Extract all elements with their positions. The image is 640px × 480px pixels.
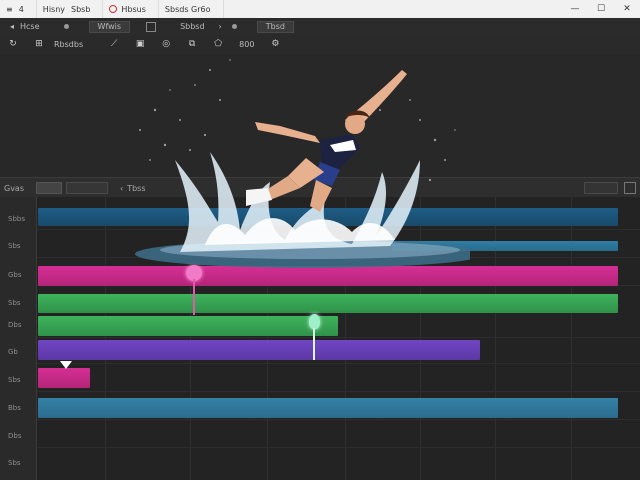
toggle-icon[interactable] [146, 21, 157, 32]
menubar-hcse[interactable]: ◂ Hcse [0, 22, 50, 31]
timeline-header-label: Gvas [4, 183, 25, 193]
timeline-clip-steel[interactable] [38, 398, 618, 418]
timeline-clip-purple[interactable] [38, 340, 480, 360]
timeline-clip-magenta[interactable] [38, 266, 618, 286]
grid-line [37, 337, 640, 338]
grid-icon[interactable]: ⊞ [30, 37, 48, 51]
grid-line [420, 197, 421, 480]
track-label[interactable]: Dbs [8, 321, 21, 329]
title-menu-group: Hisny Sbsb [37, 0, 104, 18]
grid-line [571, 197, 572, 480]
grid-line [37, 363, 640, 364]
menu-sbsb[interactable]: Sbsb [71, 5, 90, 14]
timeline-clip-blue[interactable] [38, 208, 618, 226]
record-dot-icon[interactable] [63, 24, 69, 29]
grid-line [190, 197, 191, 480]
grid-line [37, 447, 640, 448]
menu-hisny[interactable]: Hisny [43, 5, 65, 14]
menu-hbsus[interactable]: Hbsus [121, 5, 146, 14]
grid-line [267, 197, 268, 480]
settings-icon[interactable]: ⚙ [266, 37, 284, 51]
track-label[interactable]: Sbs [8, 376, 21, 384]
track-label[interactable]: Gb [8, 348, 18, 356]
marker-triangle-icon[interactable] [60, 361, 72, 369]
image-icon[interactable]: ⧉ [183, 37, 201, 51]
timeline-clip-green-short[interactable] [38, 316, 338, 336]
circle-tool-icon[interactable]: ◎ [157, 37, 175, 51]
title-left-group: ≡ 4 [0, 0, 37, 18]
timeline-clip-teal[interactable] [392, 241, 618, 251]
title-bar: ≡ 4 Hisny Sbsb Hbsus Sbsds Gr6o — ☐ ✕ [0, 0, 640, 19]
menubar-field-sbbsd[interactable]: Sbbsd [180, 22, 204, 31]
timeline-clip-magenta-small[interactable] [38, 368, 90, 388]
playhead-mint-line [313, 328, 315, 360]
close-icon[interactable]: ✕ [614, 0, 640, 18]
grid-line [37, 391, 640, 392]
menu-bar: ◂ Hcse Wfwis Sbbsd › Tbsd [0, 18, 640, 36]
timeline-mid-field[interactable] [66, 182, 109, 194]
timeline-header-text: Tbss [127, 183, 146, 193]
track-label[interactable]: Sbs [8, 299, 21, 307]
grid-line [345, 197, 346, 480]
preview-viewer[interactable] [0, 53, 640, 177]
maximize-icon[interactable]: ☐ [588, 0, 614, 18]
red-circle-icon [109, 5, 118, 13]
grid-line [105, 197, 106, 480]
slash-tool-icon[interactable]: ⟋ [105, 37, 123, 51]
track-label[interactable]: Dbs [8, 432, 21, 440]
zoom-value[interactable]: 800 [239, 40, 254, 49]
track-labels: Sbbs Sbs Gbs Sbs Dbs Gb Sbs Bbs Dbs Sbs [0, 197, 37, 480]
rotate-icon[interactable]: ↻ [4, 37, 22, 51]
menubar-field-wfwis[interactable]: Wfwis [88, 20, 131, 33]
menubar-chevron-icon[interactable]: › [219, 22, 222, 31]
playhead-mint-handle[interactable] [309, 314, 320, 329]
app-menu-icon[interactable]: ≡ [6, 5, 13, 14]
shape-icon[interactable]: ⬠ [209, 37, 227, 51]
grid-line [37, 419, 640, 420]
track-label[interactable]: Sbs [8, 242, 21, 250]
title-hbsus-group: Hbsus [103, 0, 159, 18]
tab-number: 4 [18, 4, 24, 14]
menubar-dot-icon[interactable] [231, 24, 237, 29]
timeline-body: Sbbs Sbs Gbs Sbs Dbs Gb Sbs Bbs Dbs Sbs [0, 197, 640, 480]
timeline-grid [37, 197, 640, 480]
timeline-small-field[interactable] [36, 182, 63, 194]
grid-line [495, 197, 496, 480]
arrow-icon: ◂ [10, 22, 15, 31]
menu-sbsds[interactable]: Sbsds Gr6o [165, 5, 211, 14]
minimize-icon[interactable]: — [562, 0, 588, 18]
track-label[interactable]: Bbs [8, 404, 21, 412]
timeline-chevron-icon[interactable]: ‹ [120, 184, 123, 193]
grid-line [37, 229, 640, 230]
track-label[interactable]: Sbs [8, 459, 21, 467]
tool-bar: ↻ ⊞ Rbsdbs ⟋ ▣ ◎ ⧉ ⬠ 800 ⚙ [0, 35, 640, 54]
frame-icon[interactable]: ▣ [131, 37, 149, 51]
track-label[interactable]: Sbbs [8, 215, 25, 223]
timeline-expand-icon[interactable] [624, 182, 636, 194]
timeline-header: Gvas ‹ Tbss [0, 177, 640, 199]
grid-line [37, 257, 640, 258]
window-controls: — ☐ ✕ [562, 0, 640, 18]
timeline-right-field[interactable] [584, 182, 618, 194]
menubar-field-tbsd[interactable]: Tbsd [256, 20, 294, 33]
timeline-clip-green-long[interactable] [38, 294, 618, 313]
playhead-pink-line [193, 279, 195, 315]
menubar-hcse-label: Hcse [20, 22, 40, 31]
title-sbsds-group: Sbsds Gr6o [159, 0, 224, 18]
toolbar-label: Rbsdbs [54, 39, 84, 49]
track-label[interactable]: Gbs [8, 271, 22, 279]
